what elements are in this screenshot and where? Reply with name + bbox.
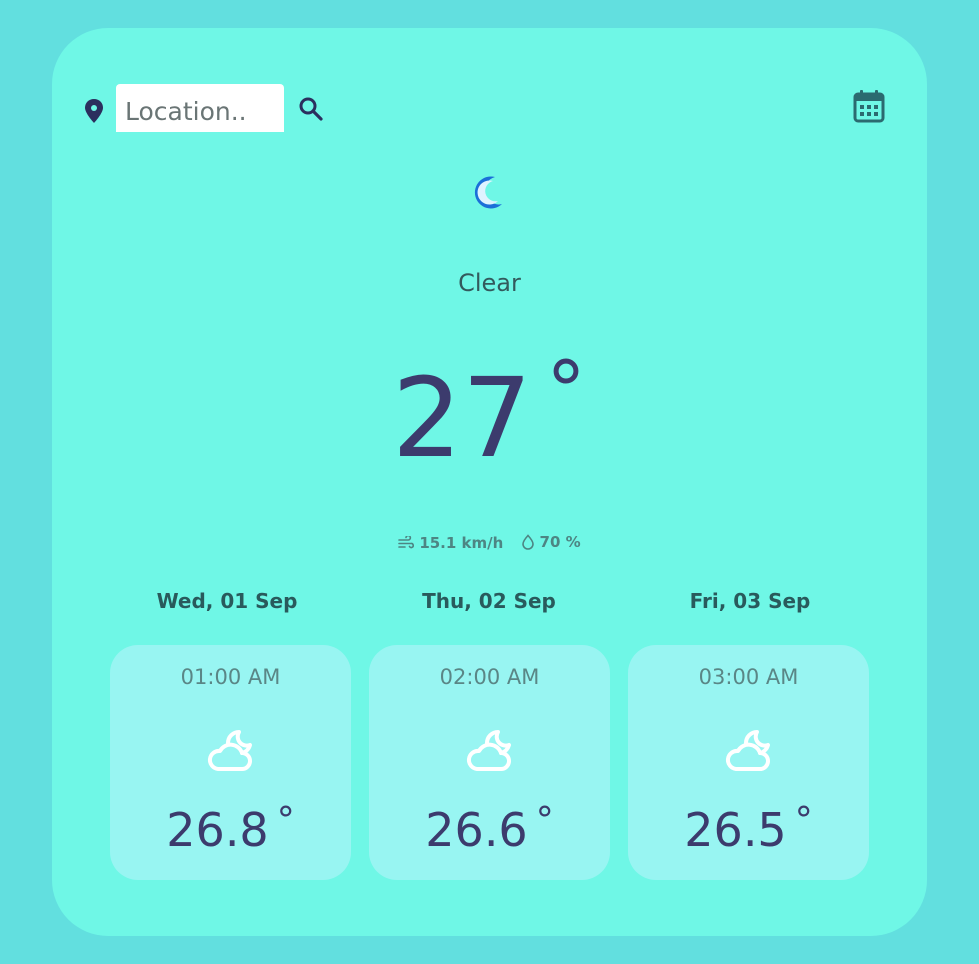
forecast-temperature: 26.6 ° [369,800,610,857]
forecast-temperature-value: 26.6 [425,803,528,857]
partly-cloudy-night-icon [467,730,511,771]
partly-cloudy-night-icon [726,730,770,771]
forecast-card: 02:00 AM 26.6 ° [369,645,610,880]
forecast-day-label: Thu, 02 Sep [422,589,556,613]
forecast-time: 01:00 AM [180,665,281,689]
forecast-card: 03:00 AM 26.5 ° [628,645,869,880]
forecast-day-label: Fri, 03 Sep [689,589,811,613]
weather-condition: Clear [458,269,521,297]
calendar-icon[interactable] [852,89,886,123]
search-icon[interactable] [298,96,324,122]
forecast-temperature: 26.8 ° [110,800,351,857]
partly-cloudy-night-icon [208,730,252,771]
forecast-temperature: 26.5 ° [628,800,869,857]
droplet-icon [521,534,534,550]
moon-icon [474,176,502,209]
humidity-info: 70 % [521,533,581,551]
location-input[interactable] [116,84,284,132]
location-pin-icon [85,99,103,123]
current-temperature-value: 27 [392,354,532,482]
weather-card: Clear 27° 15.1 km/h 70 % Wed, 01 Sep Thu… [52,28,927,936]
wind-info: 15.1 km/h [398,534,503,552]
forecast-time: 02:00 AM [439,665,540,689]
forecast-time: 03:00 AM [698,665,799,689]
forecast-day-label: Wed, 01 Sep [156,589,298,613]
current-temperature: 27 ° [392,351,586,474]
wind-speed: 15.1 km/h [419,534,504,552]
degree-symbol: ° [545,344,586,437]
degree-symbol: ° [276,800,295,841]
weather-details: 15.1 km/h 70 % [52,533,927,554]
forecast-temperature-value: 26.5 [684,803,787,857]
humidity-value: 70 % [539,533,581,551]
forecast-card: 01:00 AM 26.8 ° [110,645,351,880]
degree-symbol: ° [794,800,813,841]
degree-symbol: ° [535,800,554,841]
forecast-temperature-value: 26.8 [166,803,269,857]
wind-icon [398,536,415,549]
